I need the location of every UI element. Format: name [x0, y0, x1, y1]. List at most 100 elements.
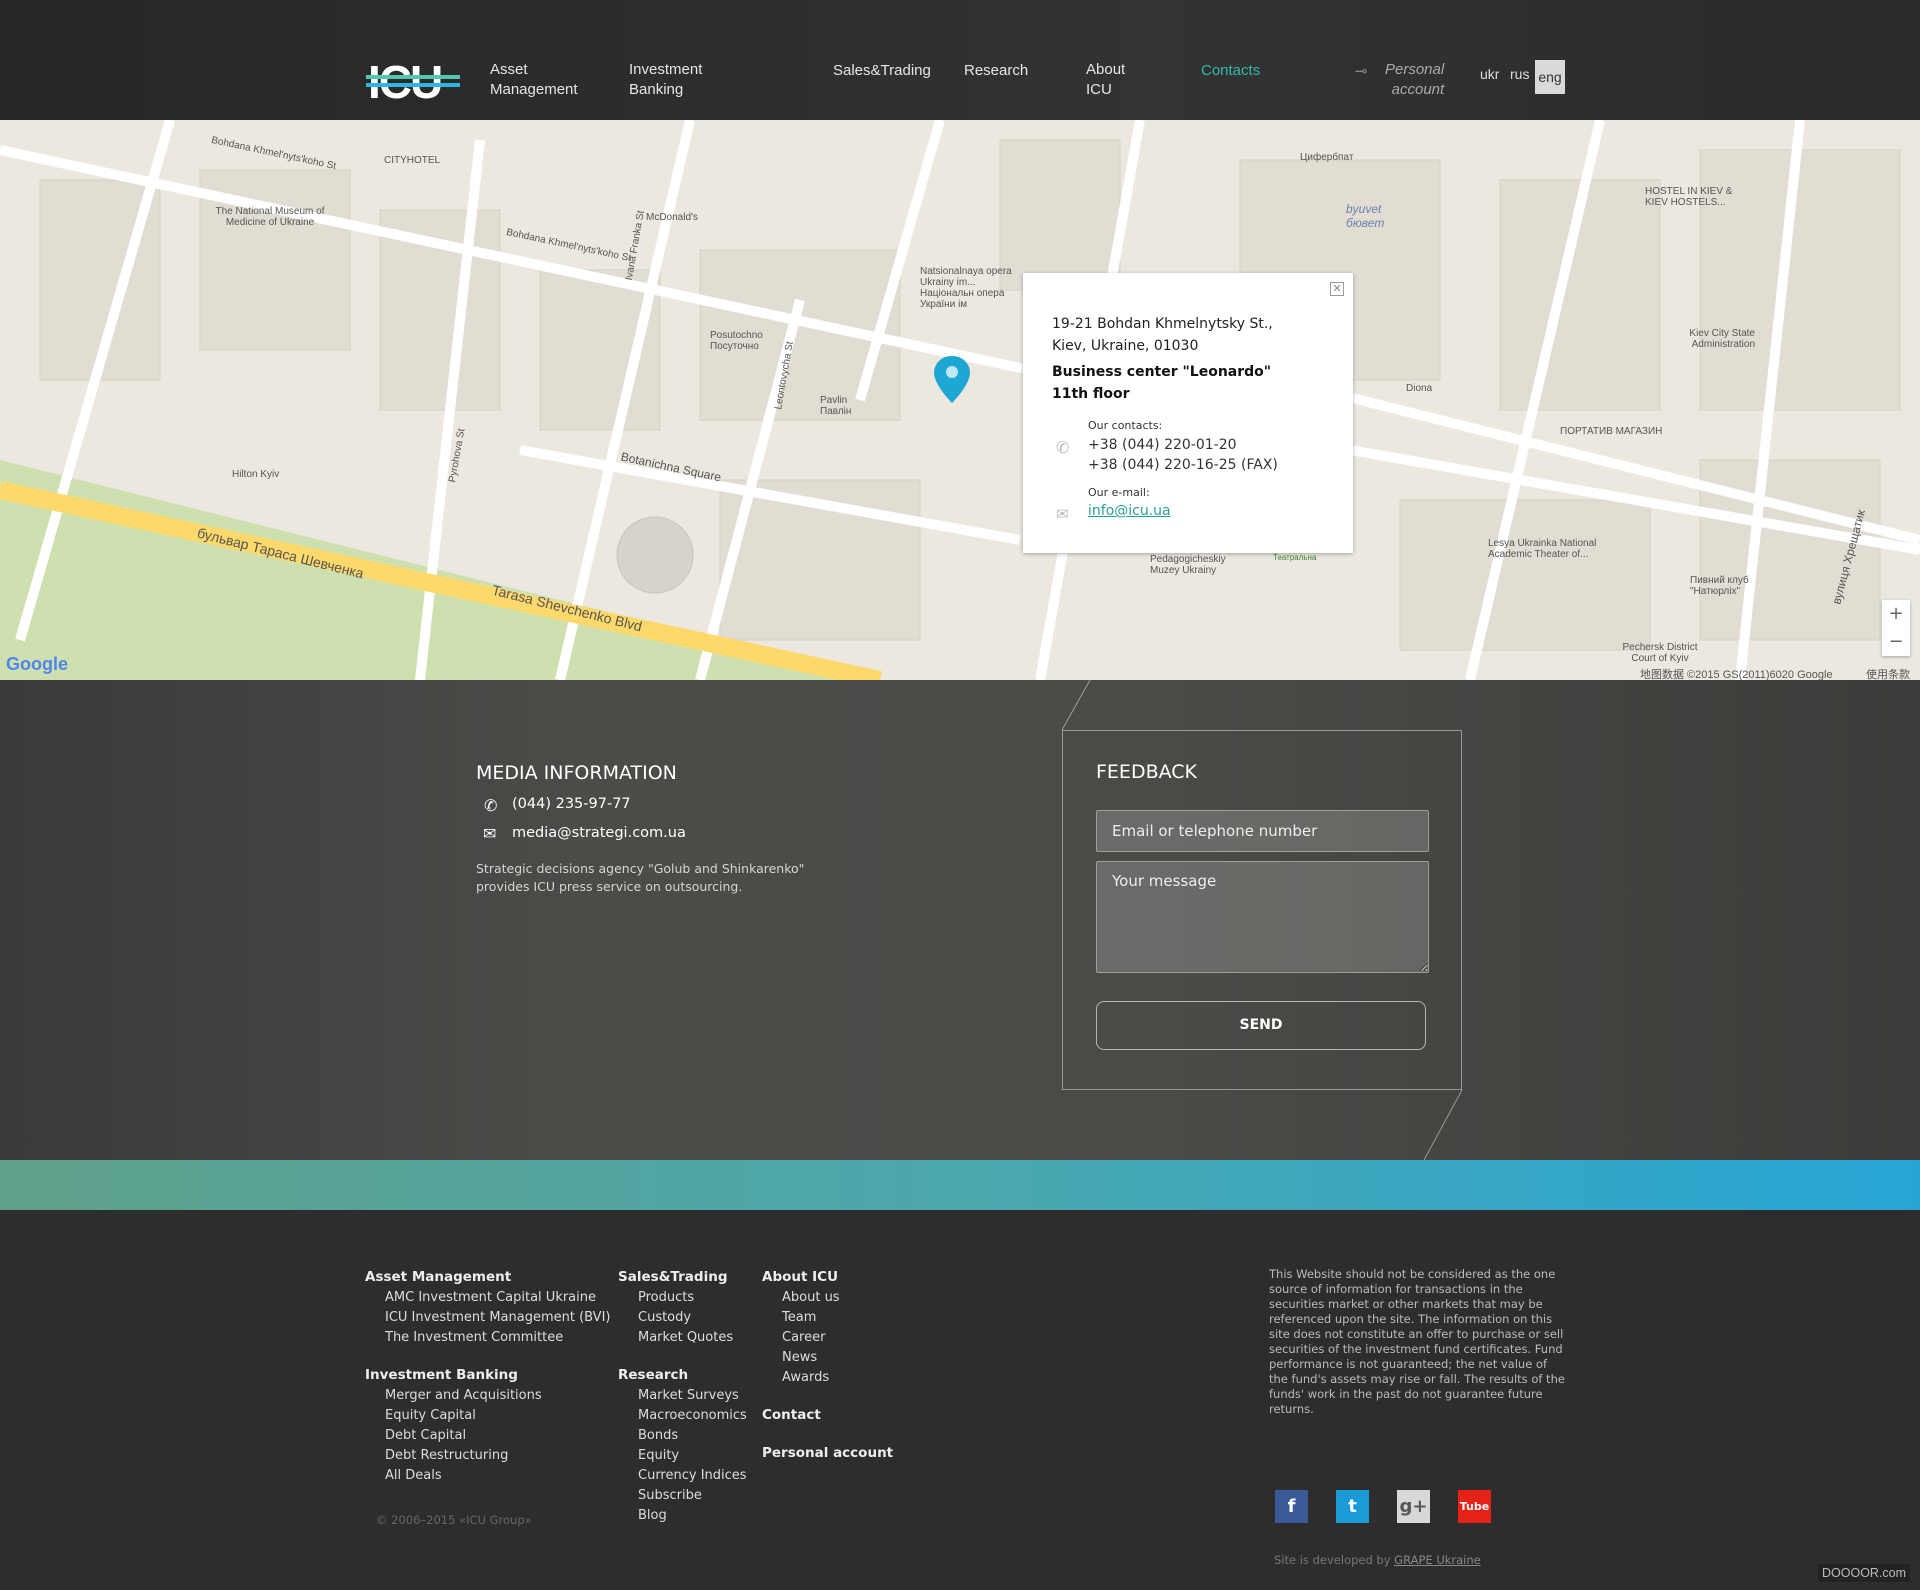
- map-label: Natsionalnaya opera Ukrainy im... Націон…: [920, 266, 1012, 310]
- footer-link[interactable]: Career: [782, 1330, 825, 1345]
- footer-link[interactable]: All Deals: [385, 1468, 442, 1483]
- lang-rus[interactable]: rus: [1510, 66, 1529, 82]
- footer-heading[interactable]: Sales&Trading: [618, 1269, 727, 1285]
- map-zoom-control: + −: [1882, 600, 1910, 656]
- map-label: CITYHOTEL: [384, 155, 441, 166]
- building-line: Business center "Leonardo": [1052, 364, 1272, 380]
- footer-link[interactable]: Market Surveys: [638, 1388, 739, 1403]
- footer-heading[interactable]: Asset Management: [365, 1269, 511, 1285]
- footer-link[interactable]: Equity: [638, 1448, 679, 1463]
- map-label: Lesya Ukrainka National Academic Theater…: [1488, 538, 1597, 560]
- phone-icon: ✆: [484, 796, 498, 815]
- footer-link[interactable]: Blog: [638, 1508, 667, 1523]
- disclaimer: This Website should not be considered as…: [1269, 1267, 1565, 1416]
- footer-link[interactable]: Team: [782, 1310, 816, 1325]
- copyright: © 2006–2015 «ICU Group»: [376, 1513, 532, 1527]
- message-textarea[interactable]: [1096, 861, 1429, 973]
- map-label: byuvet бювет: [1346, 202, 1385, 230]
- footer-heading[interactable]: About ICU: [762, 1269, 838, 1285]
- developer-link[interactable]: GRAPE Ukraine: [1394, 1553, 1481, 1567]
- footer-link[interactable]: Equity Capital: [385, 1408, 476, 1423]
- map-label: HOSTEL IN KIEV & KIEV HOSTELS...: [1645, 186, 1733, 208]
- zoom-out-button[interactable]: −: [1882, 628, 1910, 656]
- lang-ukr[interactable]: ukr: [1480, 66, 1499, 82]
- feedback-form: FEEDBACK SEND: [1062, 730, 1462, 1090]
- phone: +38 (044) 220-01-20: [1088, 437, 1237, 453]
- developer-credit: Site is developed by GRAPE Ukraine: [1274, 1553, 1481, 1567]
- footer-link[interactable]: Debt Capital: [385, 1428, 466, 1443]
- nav-asset-management[interactable]: Asset Management: [490, 60, 578, 100]
- icu-logo[interactable]: ICU: [366, 58, 460, 102]
- footer-link[interactable]: Awards: [782, 1370, 829, 1385]
- email-label: Our e-mail:: [1088, 486, 1150, 499]
- nav-contacts[interactable]: Contacts: [1201, 61, 1260, 81]
- building: Business center "Leonardo" 11th floor: [1052, 361, 1271, 405]
- footer-link[interactable]: Market Quotes: [638, 1330, 733, 1345]
- nav-label: Research: [964, 62, 1029, 79]
- footer-heading[interactable]: Investment Banking: [365, 1367, 518, 1383]
- personal-account-link[interactable]: Personal account: [1385, 60, 1444, 100]
- popup-phones: +38 (044) 220-01-20 +38 (044) 220-16-25 …: [1088, 435, 1278, 475]
- map-terms-link[interactable]: 使用条款: [1866, 666, 1910, 680]
- media-email-link[interactable]: media@strategi.com.ua: [512, 825, 686, 841]
- footer-link[interactable]: Subscribe: [638, 1488, 702, 1503]
- footer-link[interactable]: Merger and Acquisitions: [385, 1388, 542, 1403]
- note-line: Strategic decisions agency "Golub and Sh…: [476, 861, 805, 876]
- fax: +38 (044) 220-16-25 (FAX): [1088, 457, 1278, 473]
- nav-investment-banking[interactable]: Investment Banking: [629, 60, 702, 100]
- media-title: MEDIA INFORMATION: [476, 762, 677, 784]
- close-icon[interactable]: ✕: [1330, 282, 1344, 296]
- key-icon: ⊸: [1355, 62, 1368, 80]
- nav-label: Investment: [629, 61, 703, 78]
- map-label: Pedagogicheskiy Muzey Ukrainy: [1150, 554, 1226, 576]
- footer-heading[interactable]: Research: [618, 1367, 688, 1383]
- footer-link[interactable]: Debt Restructuring: [385, 1448, 508, 1463]
- map-attribution: 地图数据 ©2015 GS(2011)6020 Google: [1640, 669, 1833, 680]
- nav-label: Contacts: [1201, 62, 1261, 79]
- developed-by-label: Site is developed by: [1274, 1553, 1391, 1567]
- nav-label: Asset: [490, 61, 528, 78]
- footer-link[interactable]: Bonds: [638, 1428, 678, 1443]
- map-marker-icon: [934, 356, 970, 403]
- building-line: 11th floor: [1052, 386, 1130, 402]
- footer-link[interactable]: About us: [782, 1290, 840, 1305]
- contacts-label: Our contacts:: [1088, 419, 1163, 432]
- footer-heading[interactable]: Contact: [762, 1407, 821, 1423]
- nav-label: Sales&Trading: [833, 62, 931, 79]
- footer-heading[interactable]: Personal account: [762, 1445, 893, 1461]
- google-logo: Google: [6, 654, 68, 674]
- send-button[interactable]: SEND: [1096, 1001, 1426, 1050]
- footer-link[interactable]: Macroeconomics: [638, 1408, 747, 1423]
- footer-link[interactable]: Products: [638, 1290, 694, 1305]
- footer-link[interactable]: Custody: [638, 1310, 691, 1325]
- map[interactable]: Bohdana Khmel'nyts'koho St Bohdana Khmel…: [0, 120, 1920, 680]
- facebook-icon[interactable]: f: [1275, 1490, 1308, 1523]
- media-section: MEDIA INFORMATION ✆ (044) 235-97-77 ✉ me…: [0, 680, 1920, 1160]
- nav-label: Personal: [1385, 61, 1445, 78]
- youtube-icon[interactable]: Tube: [1458, 1490, 1491, 1523]
- map-label: Цифербпат: [1300, 152, 1354, 163]
- footer-link[interactable]: Currency Indices: [638, 1468, 747, 1483]
- zoom-in-button[interactable]: +: [1882, 600, 1910, 628]
- mail-icon: ✉: [1056, 505, 1069, 523]
- nav-label: Management: [490, 81, 578, 98]
- email-link[interactable]: info@icu.ua: [1088, 503, 1171, 519]
- footer-link[interactable]: News: [782, 1350, 817, 1365]
- map-label: Diona: [1406, 383, 1433, 394]
- footer-link[interactable]: The Investment Committee: [385, 1330, 563, 1345]
- nav-research[interactable]: Research: [964, 61, 1028, 81]
- map-label: Hilton Kyiv: [232, 469, 280, 480]
- contact-input[interactable]: [1096, 810, 1429, 852]
- footer-link[interactable]: ICU Investment Management (BVI): [385, 1310, 610, 1325]
- nav-label: About: [1086, 61, 1126, 78]
- nav-label: Banking: [629, 81, 684, 98]
- lang-eng[interactable]: eng: [1535, 60, 1565, 94]
- google-plus-icon[interactable]: g+: [1397, 1490, 1430, 1523]
- twitter-icon[interactable]: t: [1336, 1490, 1369, 1523]
- footer-link[interactable]: AMC Investment Capital Ukraine: [385, 1290, 596, 1305]
- nav-sales-trading[interactable]: Sales&Trading: [833, 61, 931, 81]
- accent-band: [0, 1160, 1920, 1210]
- nav-about-icu[interactable]: About ICU: [1086, 60, 1125, 100]
- map-label: Театральна: [1273, 553, 1317, 562]
- address-line: Kiev, Ukraine, 01030: [1052, 338, 1199, 354]
